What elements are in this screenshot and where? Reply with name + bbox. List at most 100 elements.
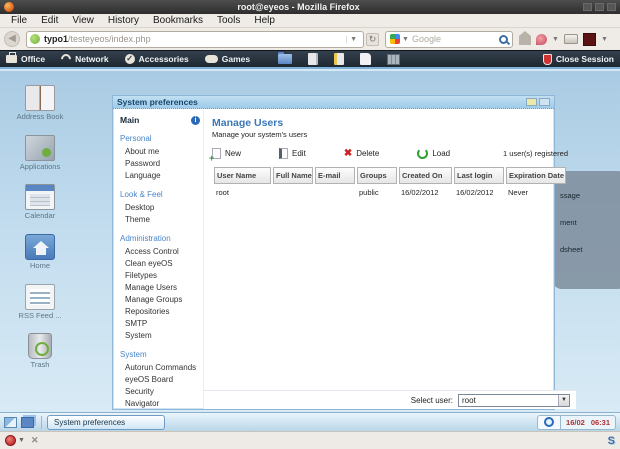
nav-item-autorun-commands[interactable]: Autorun Commands <box>120 361 203 373</box>
menu-view[interactable]: View <box>65 15 101 26</box>
table-row[interactable]: root public 16/02/2012 16/02/2012 Never <box>214 184 566 199</box>
edit-button[interactable]: Edit <box>279 148 306 159</box>
spreadsheet-icon[interactable] <box>387 53 401 65</box>
status-close-icon[interactable]: ✕ <box>31 435 39 446</box>
extension-dropdown-icon[interactable]: ▼ <box>552 36 559 43</box>
window-minimize-button[interactable] <box>526 98 537 106</box>
address-book-icon <box>25 85 55 111</box>
clock-pill[interactable] <box>537 414 562 430</box>
col-user-name[interactable]: User Name <box>214 167 271 184</box>
nav-item-filetypes[interactable]: Filetypes <box>120 269 203 281</box>
select-user-dropdown[interactable]: root ▼ <box>458 393 570 407</box>
desktop-icon-applications[interactable]: Applications <box>12 134 68 172</box>
col-created-on[interactable]: Created On <box>399 167 452 184</box>
close-session-label: Close Session <box>555 54 614 64</box>
menu-bookmarks[interactable]: Bookmarks <box>146 15 210 26</box>
close-session-button[interactable]: Close Session <box>542 53 614 65</box>
nav-item-password[interactable]: Password <box>120 157 203 169</box>
nav-item-manage-users[interactable]: Manage Users <box>120 281 203 293</box>
menu-tools[interactable]: Tools <box>210 15 247 26</box>
nav-item-about-me[interactable]: About me <box>120 145 203 157</box>
network-icon <box>59 51 74 67</box>
eyeos-menu-games-label: Games <box>221 54 251 64</box>
minimize-icon[interactable] <box>583 3 592 11</box>
home-icon[interactable] <box>519 31 531 45</box>
new-button-label: New <box>225 149 242 158</box>
desktop-icon-calendar[interactable]: Calendar <box>12 184 68 221</box>
menu-file[interactable]: File <box>4 15 34 26</box>
nav-item-language[interactable]: Language <box>120 169 203 181</box>
close-icon[interactable] <box>607 3 616 11</box>
screen: root@eyeos - Mozilla Firefox File Edit V… <box>0 0 620 449</box>
nav-item-eyeos-board[interactable]: eyeOS Board <box>120 373 203 385</box>
firefox-icon <box>4 2 14 12</box>
show-desktop-icon[interactable] <box>4 416 17 428</box>
nav-item-system[interactable]: System <box>120 329 203 341</box>
desktop-icon-address-book[interactable]: Address Book <box>12 85 68 122</box>
extension2-icon[interactable] <box>582 32 596 46</box>
maximize-icon[interactable] <box>595 3 604 11</box>
col-full-name[interactable]: Full Name <box>273 167 313 184</box>
registered-count: 1 user(s) registered <box>502 149 568 158</box>
eyeos-menu-office[interactable]: Office <box>6 52 45 64</box>
url-host: typo1 <box>44 34 69 44</box>
nav-item-theme[interactable]: Theme <box>120 213 203 225</box>
nav-item-desktop[interactable]: Desktop <box>120 201 203 213</box>
new-button[interactable]: New <box>209 148 242 163</box>
nav-item-access-control[interactable]: Access Control <box>120 245 203 257</box>
col-groups[interactable]: Groups <box>357 167 397 184</box>
nav-item-navigator[interactable]: Navigator <box>120 397 203 409</box>
desktop-icon-home[interactable]: Home <box>12 233 68 271</box>
trash-icon <box>28 333 52 360</box>
adblock-dropdown-icon[interactable]: ▼ <box>18 437 25 444</box>
col-expiration-date[interactable]: Expiration Date <box>506 167 566 184</box>
new-user-icon <box>209 148 221 163</box>
eyeos-menu-games[interactable]: Games <box>204 54 251 64</box>
desktop-icon-trash[interactable]: Trash <box>12 333 68 370</box>
menu-help[interactable]: Help <box>247 15 282 26</box>
search-bar[interactable]: ▼ Google <box>385 30 513 48</box>
table-header-row: User Name Full Name E-mail Groups Create… <box>214 167 566 184</box>
task-button-system-preferences[interactable]: System preferences <box>47 414 165 430</box>
nav-section-personal: Personal <box>120 134 152 143</box>
delete-button[interactable]: ✖ Delete <box>344 148 380 159</box>
eyeos-menu-accessories[interactable]: ✓ Accessories <box>124 54 189 64</box>
nav-item-smtp[interactable]: SMTP <box>120 317 203 329</box>
menu-edit[interactable]: Edit <box>34 15 65 26</box>
window-close-button[interactable] <box>539 98 550 106</box>
extension-icon[interactable] <box>536 33 547 45</box>
scribefire-icon[interactable]: S <box>608 435 615 447</box>
nav-item-clean-eyeos[interactable]: Clean eyeOS <box>120 257 203 269</box>
clock-time: 06:31 <box>590 417 610 427</box>
nav-main-label[interactable]: Main <box>120 115 191 125</box>
print-icon[interactable] <box>563 34 578 44</box>
eyeos-menu-network[interactable]: Network <box>59 51 109 67</box>
document-icon[interactable] <box>308 53 319 65</box>
url-bar[interactable]: typo1 /testeyeos/index.php ▼ <box>26 30 364 48</box>
search-engine-dropdown-icon[interactable]: ▼ <box>402 36 409 43</box>
notes-icon[interactable] <box>360 53 372 65</box>
desktop-icon-rss-feed[interactable]: RSS Feed ... <box>12 283 68 321</box>
load-button[interactable]: Load <box>417 148 450 159</box>
files-icon[interactable] <box>278 52 293 64</box>
extension2-dropdown-icon[interactable]: ▼ <box>601 36 608 43</box>
load-button-label: Load <box>432 149 451 158</box>
search-icon[interactable] <box>499 34 508 44</box>
col-email[interactable]: E-mail <box>315 167 355 184</box>
window-titlebar[interactable]: System preferences <box>113 96 554 109</box>
back-icon[interactable]: ◀ <box>4 31 20 47</box>
nav-item-security[interactable]: Security <box>120 385 203 397</box>
menu-history[interactable]: History <box>101 15 146 26</box>
adblock-icon[interactable] <box>5 435 16 446</box>
clock-icon <box>544 417 555 427</box>
nav-item-repositories[interactable]: Repositories <box>120 305 203 317</box>
edit-button-label: Edit <box>292 149 306 158</box>
desktop-icon-label: Home <box>29 260 50 270</box>
reload-icon[interactable]: ↻ <box>366 32 379 46</box>
col-last-login[interactable]: Last login <box>454 167 504 184</box>
info-icon[interactable]: i <box>191 115 200 125</box>
nav-item-manage-groups[interactable]: Manage Groups <box>120 293 203 305</box>
windows-list-icon[interactable] <box>21 416 34 428</box>
url-dropdown-icon[interactable]: ▼ <box>346 35 360 43</box>
image-document-icon[interactable] <box>334 53 345 65</box>
